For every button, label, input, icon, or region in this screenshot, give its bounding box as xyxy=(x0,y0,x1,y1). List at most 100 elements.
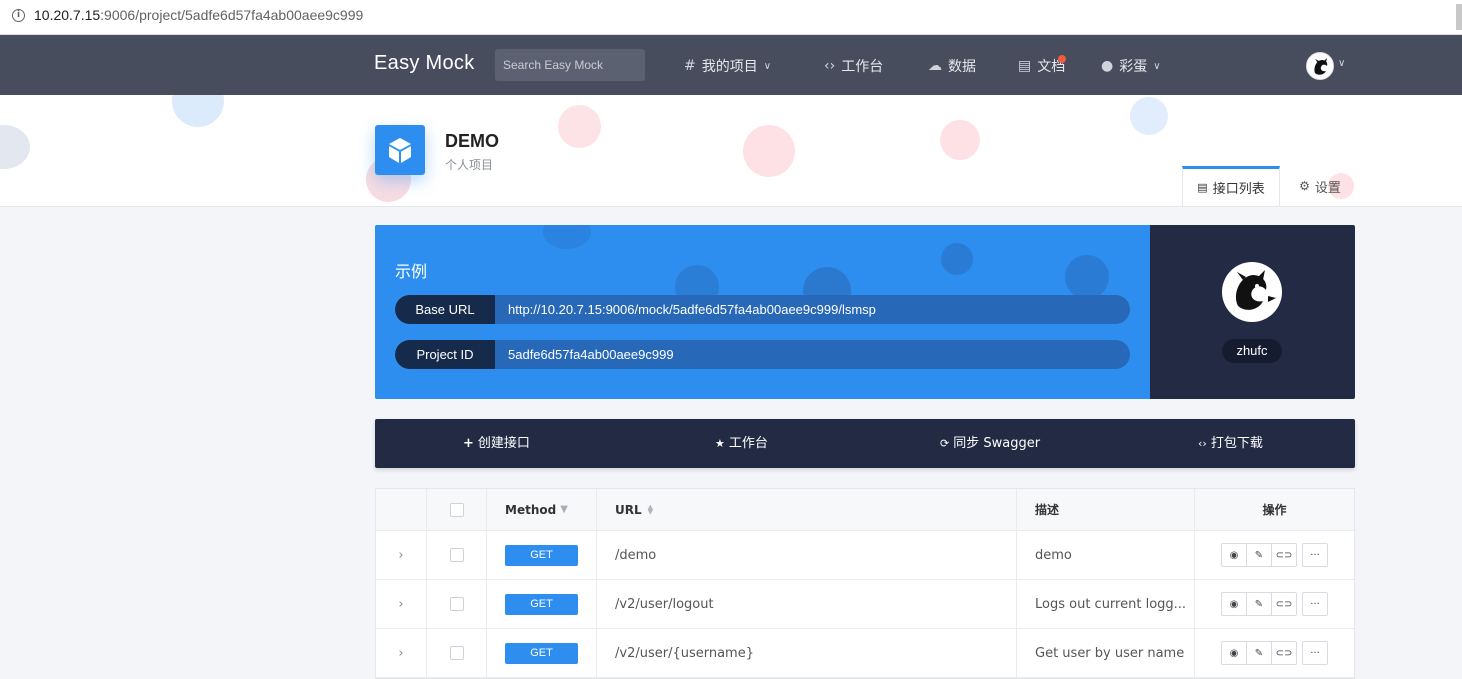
list-icon: ▤ xyxy=(1197,181,1208,194)
info-card-title: 示例 xyxy=(395,262,428,281)
gear-icon: ⚙ xyxy=(1299,179,1310,193)
code-icon: ‹› xyxy=(824,58,836,74)
expand-column-header xyxy=(376,489,427,530)
user-avatar[interactable] xyxy=(1222,262,1282,322)
tab-settings[interactable]: ⚙ 设置 xyxy=(1285,166,1355,206)
decor-bubble xyxy=(172,95,224,127)
nav-item-label: 工作台 xyxy=(841,59,884,75)
row-checkbox[interactable] xyxy=(449,646,464,660)
address-url[interactable]: 10.20.7.15:9006/project/5adfe6d57fa4ab00… xyxy=(34,7,363,23)
sync-swagger-button[interactable]: ⟳ 同步 Swagger xyxy=(940,419,1040,468)
select-all-checkbox[interactable] xyxy=(449,502,464,517)
method-badge: GET xyxy=(505,642,578,664)
nav-item-my-projects[interactable]: # 我的项目 ∨ xyxy=(684,56,771,76)
chevron-right-icon[interactable]: › xyxy=(376,580,427,628)
api-table: Method ▼ URL ▲ ▼ 描述 操作 › GET /demo demo ◉… xyxy=(375,488,1355,679)
dragon-avatar-icon xyxy=(1309,55,1333,79)
cloud-icon: ☁ xyxy=(928,58,942,74)
row-select-cell xyxy=(427,531,487,579)
filter-icon[interactable]: ▼ xyxy=(560,504,568,515)
project-id-value[interactable]: 5adfe6d57fa4ab00aee9c999 xyxy=(508,340,674,369)
column-label: Method xyxy=(505,502,557,517)
nav-item-workbench[interactable]: ‹› 工作台 xyxy=(824,56,883,76)
more-icon[interactable]: ··· xyxy=(1302,543,1328,567)
chevron-right-icon[interactable]: › xyxy=(376,531,427,579)
window-scroll-handle[interactable] xyxy=(1456,4,1462,30)
more-icon[interactable]: ··· xyxy=(1302,641,1328,665)
sort-icon[interactable]: ▲ ▼ xyxy=(648,503,653,515)
dragon-avatar-icon xyxy=(1224,264,1280,320)
select-all-cell xyxy=(427,489,487,530)
nav-item-easter-egg[interactable]: ● 彩蛋 ∨ xyxy=(1101,56,1161,76)
project-id-row[interactable]: Project ID 5adfe6d57fa4ab00aee9c999 xyxy=(395,340,1130,369)
button-label: 工作台 xyxy=(728,436,768,451)
nav-item-label: 数据 xyxy=(948,59,976,75)
browser-address-bar[interactable]: i 10.20.7.15:9006/project/5adfe6d57fa4ab… xyxy=(0,0,1462,35)
chevron-right-icon[interactable]: › xyxy=(376,629,427,677)
column-label: 操作 xyxy=(1262,503,1287,517)
star-icon: ★ xyxy=(715,437,725,450)
project-info-card: 示例 Base URL http://10.20.7.15:9006/mock/… xyxy=(375,225,1150,399)
eye-icon[interactable]: ◉ xyxy=(1221,592,1247,616)
url-cell: /v2/user/{username} xyxy=(597,629,1017,677)
url-host: 10.20.7.15 xyxy=(34,7,101,23)
avatar[interactable] xyxy=(1306,52,1334,80)
cube-icon xyxy=(389,138,411,163)
description-cell: Logs out current logg... xyxy=(1017,580,1195,628)
row-checkbox[interactable] xyxy=(449,548,464,562)
method-cell: GET xyxy=(487,580,597,628)
decor-bubble xyxy=(1065,255,1109,299)
method-badge: GET xyxy=(505,544,578,566)
edit-icon[interactable]: ✎ xyxy=(1246,641,1272,665)
row-select-cell xyxy=(427,580,487,628)
more-icon[interactable]: ··· xyxy=(1302,592,1328,616)
table-row: › GET /demo demo ◉ ✎ ⊂⊃ ··· xyxy=(376,531,1354,580)
nav-item-label: 彩蛋 xyxy=(1119,59,1148,75)
description-cell: demo xyxy=(1017,531,1195,579)
actions-cell: ◉ ✎ ⊂⊃ ··· xyxy=(1195,629,1354,677)
description-column-header: 描述 xyxy=(1017,489,1195,530)
eye-icon[interactable]: ◉ xyxy=(1221,641,1247,665)
plus-icon: + xyxy=(463,436,474,451)
table-row: › GET /v2/user/{username} Get user by us… xyxy=(376,629,1354,678)
decor-bubble xyxy=(543,225,591,249)
url-column-header: URL ▲ ▼ xyxy=(597,489,1017,530)
base-url-row[interactable]: Base URL http://10.20.7.15:9006/mock/5ad… xyxy=(395,295,1130,324)
search-input[interactable] xyxy=(495,49,645,81)
brand-logo[interactable]: Easy Mock xyxy=(374,52,475,75)
code-icon: ‹› xyxy=(1198,437,1207,450)
row-checkbox[interactable] xyxy=(449,597,464,611)
username-badge: zhufc xyxy=(1222,339,1282,363)
chevron-down-icon[interactable]: ∨ xyxy=(1338,58,1345,69)
actions-column-header: 操作 xyxy=(1195,489,1354,530)
link-icon[interactable]: ⊂⊃ xyxy=(1271,592,1297,616)
nav-item-data[interactable]: ☁ 数据 xyxy=(928,56,976,76)
book-icon: ▤ xyxy=(1018,58,1032,74)
workbench-button[interactable]: ★ 工作台 xyxy=(715,419,768,468)
info-icon[interactable]: i xyxy=(12,9,25,22)
table-header-row: Method ▼ URL ▲ ▼ 描述 操作 xyxy=(376,489,1354,531)
method-badge: GET xyxy=(505,593,578,615)
user-card: zhufc xyxy=(1150,225,1355,399)
edit-icon[interactable]: ✎ xyxy=(1246,592,1272,616)
decor-bubble xyxy=(743,125,795,177)
project-cube-icon xyxy=(375,125,425,175)
project-header: DEMO 个人项目 ▤ 接口列表 ⚙ 设置 xyxy=(0,95,1462,207)
base-url-label: Base URL xyxy=(395,295,495,324)
hash-icon: # xyxy=(684,58,696,74)
eye-icon[interactable]: ◉ xyxy=(1221,543,1247,567)
base-url-value[interactable]: http://10.20.7.15:9006/mock/5adfe6d57fa4… xyxy=(508,295,876,324)
nav-item-label: 我的项目 xyxy=(701,59,758,75)
link-icon[interactable]: ⊂⊃ xyxy=(1271,641,1297,665)
tab-api-list[interactable]: ▤ 接口列表 xyxy=(1182,166,1280,206)
button-label: 打包下载 xyxy=(1210,436,1263,451)
project-title: DEMO xyxy=(445,131,499,151)
edit-icon[interactable]: ✎ xyxy=(1246,543,1272,567)
decor-bubble xyxy=(940,120,980,160)
button-label: 同步 Swagger xyxy=(953,436,1041,451)
download-package-button[interactable]: ‹› 打包下载 xyxy=(1198,419,1263,468)
create-api-button[interactable]: + 创建接口 xyxy=(463,419,530,468)
row-select-cell xyxy=(427,629,487,677)
sync-icon: ⟳ xyxy=(940,437,950,450)
link-icon[interactable]: ⊂⊃ xyxy=(1271,543,1297,567)
